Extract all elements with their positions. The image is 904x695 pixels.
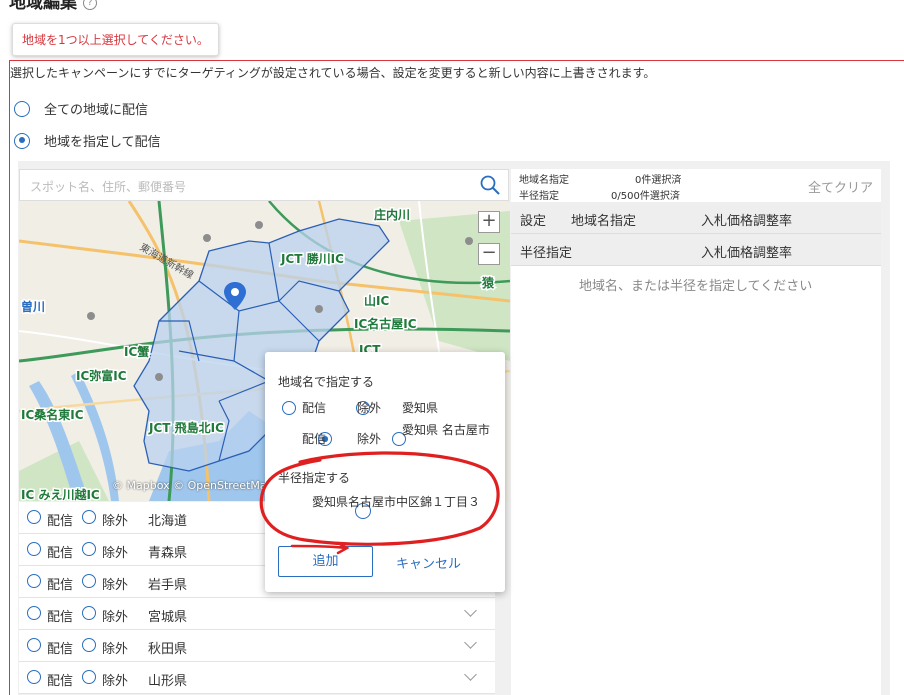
annotation-overlay — [259, 451, 500, 555]
annotation-arrow — [290, 544, 347, 550]
annotation-ellipse — [259, 451, 500, 546]
